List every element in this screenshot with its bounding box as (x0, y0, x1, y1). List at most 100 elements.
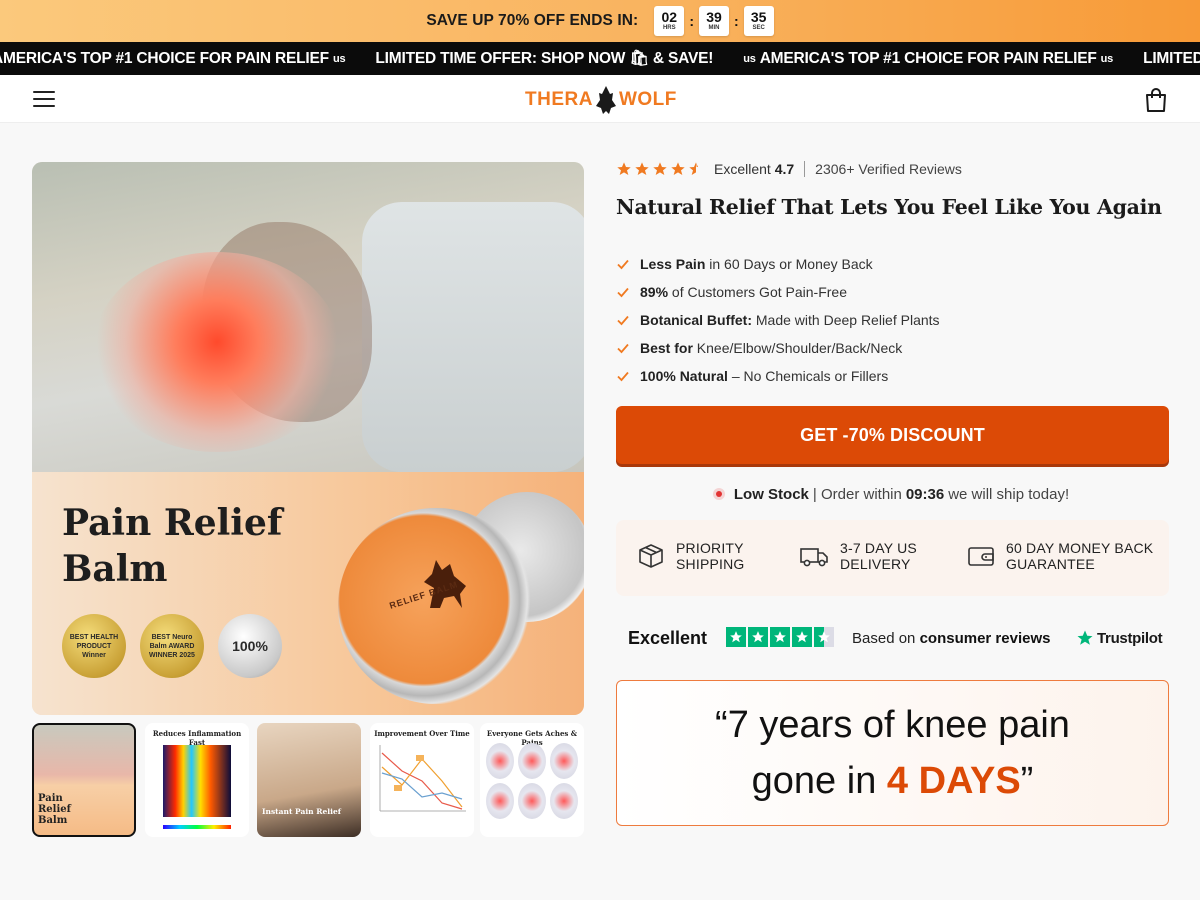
based-on-text: Based on (852, 629, 916, 647)
product-headline: Natural Relief That Lets You Feel Like Y… (616, 195, 1162, 219)
ticker-text: LIMITED TIME OFFER: SHOP NOW 🛍 & SAVE! (375, 50, 714, 67)
stock-text: we will ship today! (948, 485, 1070, 503)
thumbnail-caption: Instant Pain Relief (262, 807, 341, 816)
star-icon (635, 162, 649, 175)
countdown-unit: SEC (752, 25, 765, 31)
trustpilot-rating-label: Excellent (628, 627, 708, 648)
thumbnail-strip: Pain Relief Balm Reduces Inflammation Fa… (32, 723, 584, 837)
stock-notice: Low Stock | Order within 09:36 we will s… (616, 484, 1169, 504)
perk-item: 3-7 DAY US DELIVERY (798, 540, 917, 572)
countdown-hours: 02 HRS (654, 6, 685, 36)
perk-label: 3-7 DAY US DELIVERY (840, 540, 917, 572)
thermal-image (163, 745, 231, 817)
benefit-text: in 60 Days or Money Back (705, 256, 873, 272)
announcement-ticker: AMERICA'S TOP #1 CHOICE FOR PAIN RELIEF … (0, 42, 1200, 75)
benefit-item: Best for Knee/Elbow/Shoulder/Back/Neck (616, 334, 940, 362)
trustpilot-half-star-icon (814, 627, 834, 647)
half-star-icon (689, 162, 698, 175)
benefit-bold: 100% Natural (640, 368, 728, 384)
benefit-text: Knee/Elbow/Shoulder/Back/Neck (692, 340, 903, 356)
star-icon (653, 162, 667, 175)
perks-panel: PRIORITY SHIPPING 3-7 DAY US DELIVERY 60… (616, 520, 1169, 596)
check-icon (617, 287, 629, 298)
trustpilot-widget[interactable]: Excellent Based on consumer reviews Trus… (616, 626, 1169, 650)
countdown-value: 39 (706, 9, 722, 25)
thumbnail[interactable]: Everyone Gets Aches & Pains (480, 723, 584, 837)
thumbnail[interactable]: Instant Pain Relief (257, 723, 361, 837)
thumbnail[interactable]: Pain Relief Balm (32, 723, 136, 837)
rating-word: Excellent (714, 161, 771, 177)
us-flag-icon: us (743, 52, 756, 65)
get-discount-button[interactable]: GET -70% DISCOUNT (616, 406, 1169, 464)
benefit-bold: Less Pain (640, 256, 706, 272)
testimonial-quote: “7 years of knee pain gone in 4 DAYS” (616, 680, 1169, 826)
check-icon (617, 259, 629, 270)
benefit-bold: 89% (640, 284, 669, 300)
based-on-bold: consumer reviews (919, 629, 1051, 647)
quote-text: gone in (751, 760, 887, 802)
countdown-minutes: 39 MIN (698, 6, 729, 36)
shopping-bag-icon[interactable] (1144, 87, 1168, 113)
site-logo[interactable]: THERA WOLF (525, 83, 677, 117)
rating-summary[interactable]: Excellent 4.7 2306+ Verified Reviews (616, 158, 962, 180)
trustpilot-star-icon (748, 627, 768, 647)
benefits-list: Less Pain in 60 Days or Money Back 89% o… (616, 250, 940, 390)
trustpilot-logo: Trustpilot (1076, 629, 1163, 647)
trustpilot-stars (726, 627, 834, 647)
quote-highlight: 4 DAYS (886, 760, 1021, 802)
hamburger-icon[interactable] (33, 91, 55, 107)
ticker-text: AMERICA'S TOP #1 CHOICE FOR PAIN RELIEF (759, 49, 1097, 67)
truck-icon (800, 548, 828, 567)
star-rating (616, 161, 704, 177)
improvement-chart-graphic (379, 745, 466, 812)
knee-pain-photo (32, 162, 584, 472)
site-header: THERA WOLF (0, 75, 1200, 123)
perk-item: PRIORITY SHIPPING (636, 540, 745, 572)
box-icon (639, 544, 663, 568)
wallet-icon (968, 547, 994, 566)
trustpilot-brand: Trustpilot (1097, 629, 1163, 647)
award-seals: BEST HEALTH PRODUCT Winner BEST Neuro Ba… (62, 614, 282, 678)
main-product-image[interactable]: Pain Relief Balm BEST HEALTH PRODUCT Win… (32, 162, 584, 715)
benefit-bold: Best for (640, 340, 693, 356)
guarantee-seal: 100% (218, 614, 282, 678)
benefit-item: 89% of Customers Got Pain-Free (616, 278, 940, 306)
pain-areas-grid (486, 743, 578, 819)
ticker-item: us AMERICA'S TOP #1 CHOICE FOR PAIN RELI… (743, 50, 1113, 68)
countdown-value: 35 (750, 9, 767, 25)
trustpilot-based-on: Based on consumer reviews (852, 630, 1050, 647)
ticker-item: AMERICA'S TOP #1 CHOICE FOR PAIN RELIEF … (0, 50, 346, 68)
trustpilot-star-icon (1077, 630, 1093, 645)
benefit-item: Botanical Buffet: Made with Deep Relief … (616, 306, 940, 334)
star-icon (671, 162, 685, 175)
benefit-text: – No Chemicals or Fillers (727, 368, 889, 384)
promo-bar: SAVE UP 70% OFF ENDS IN: 02 HRS : 39 MIN… (0, 0, 1200, 42)
order-timer: 09:36 (905, 485, 945, 503)
logo-text-left: THERA (525, 89, 593, 110)
rating-score: 4.7 (774, 161, 795, 177)
trustpilot-star-icon (792, 627, 812, 647)
perk-item: 60 DAY MONEY BACK GUARANTEE (966, 540, 1153, 572)
check-icon (617, 343, 629, 354)
award-seal: BEST Neuro Balm AWARD WINNER 2025 (140, 614, 204, 678)
countdown-seconds: 35 SEC (743, 6, 774, 36)
countdown-unit: MIN (708, 25, 720, 31)
divider (804, 161, 806, 177)
thumbnail[interactable]: Reduces Inflammation Fast (145, 723, 249, 837)
ticker-text: LIMITED TIME OFFER: SHOP NOW 🛍 & SAVE! (1143, 50, 1200, 67)
countdown-value: 02 (661, 9, 678, 25)
benefit-text: of Customers Got Pain-Free (668, 284, 847, 300)
benefit-text: Made with Deep Relief Plants (752, 312, 940, 328)
us-flag-icon: us (1100, 52, 1114, 65)
quote-line: “7 years of knee pain (715, 704, 1070, 746)
us-flag-icon: us (332, 52, 346, 65)
reviews-count: 2306+ Verified Reviews (815, 161, 962, 177)
countdown-separator: : (689, 13, 694, 29)
award-seal: BEST HEALTH PRODUCT Winner (62, 614, 126, 678)
trustpilot-star-icon (770, 627, 790, 647)
quote-line: gone in 4 DAYS” (752, 753, 1034, 809)
thumbnail[interactable]: Improvement Over Time (370, 723, 474, 837)
wolf-logo-icon (595, 86, 616, 114)
ticker-item: LIMITED TIME OFFER: SHOP NOW 🛍 & SAVE! (375, 49, 713, 68)
product-title-line: Balm (62, 548, 168, 590)
